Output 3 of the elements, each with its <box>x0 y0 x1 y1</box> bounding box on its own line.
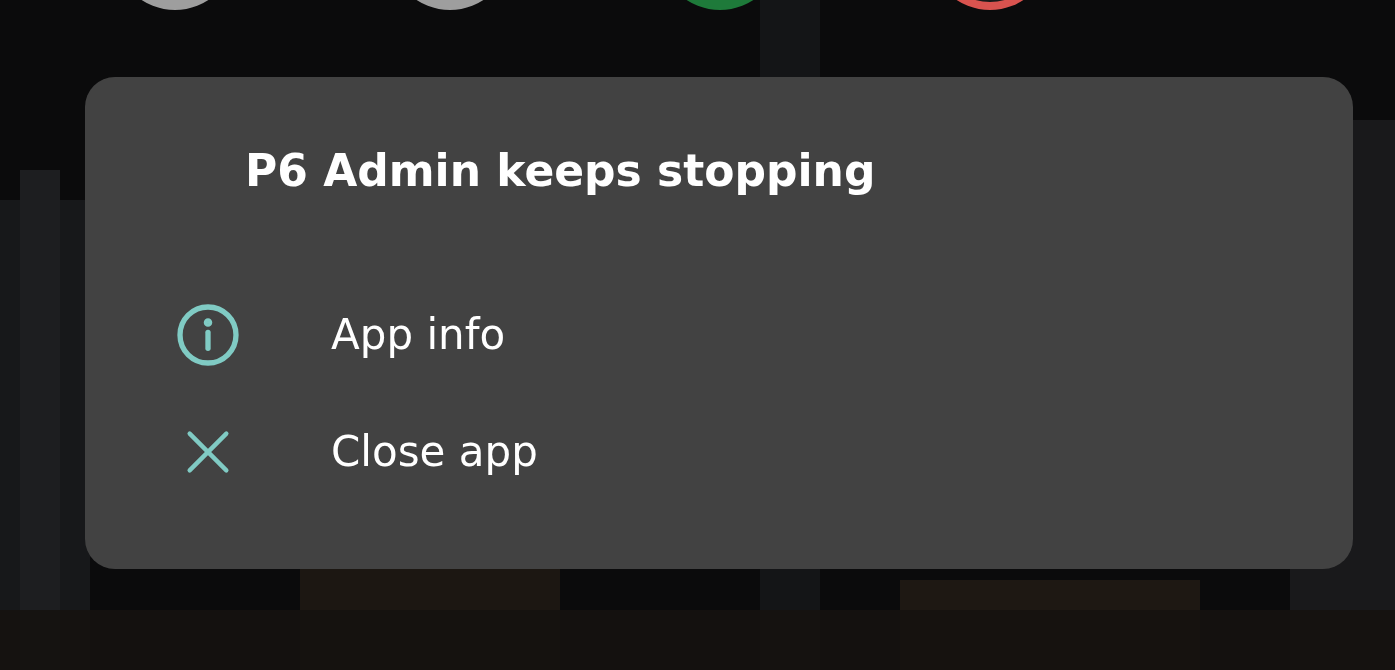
close-icon <box>186 429 230 474</box>
dialog-title: P6 Admin keeps stopping <box>245 145 876 196</box>
info-icon <box>176 302 240 367</box>
